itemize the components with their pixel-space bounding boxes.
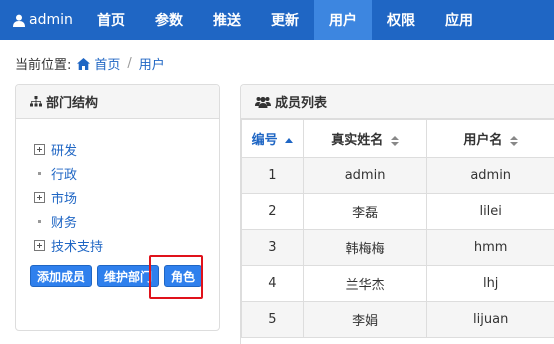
tree-node-label: 财务: [51, 215, 78, 231]
users-icon: [255, 96, 271, 108]
members-panel: 成员列表 编号 真实姓名 用户名 1 admin admin 2 李磊 lile…: [240, 84, 554, 344]
column-header-real-name[interactable]: 真实姓名: [302, 119, 428, 158]
expand-icon[interactable]: [34, 239, 45, 251]
add-member-button[interactable]: 添加成员: [30, 265, 93, 287]
sort-asc-icon: [285, 137, 294, 143]
nav-home[interactable]: 首页: [82, 0, 140, 40]
cell-username: lijuan: [426, 301, 554, 338]
sort-both-icon: [390, 135, 399, 146]
expand-icon[interactable]: [34, 191, 45, 203]
tree-node-finance[interactable]: 财务: [34, 209, 219, 233]
breadcrumb-current[interactable]: 用户: [139, 54, 165, 73]
cell-id: 3: [241, 229, 304, 266]
tree-node-label: 行政: [51, 167, 78, 183]
nav-push[interactable]: 推送: [198, 0, 256, 40]
cell-username: admin: [426, 157, 554, 194]
breadcrumb-home-link[interactable]: 首页: [77, 54, 120, 73]
nav-permissions[interactable]: 权限: [372, 0, 430, 40]
highlight-annotation: [149, 255, 203, 299]
nav-update[interactable]: 更新: [256, 0, 314, 40]
members-panel-title: 成员列表: [275, 96, 328, 111]
column-header-id[interactable]: 编号: [241, 119, 304, 158]
cell-username: lilei: [426, 193, 554, 230]
members-table: 编号 真实姓名 用户名 1 admin admin 2 李磊 lilei 3 韩…: [241, 119, 554, 338]
breadcrumb-separator: /: [127, 56, 132, 71]
department-panel-title: 部门结构: [46, 96, 99, 111]
department-panel-header: 部门结构: [16, 85, 219, 119]
breadcrumb-home-label: 首页: [94, 58, 121, 73]
table-row[interactable]: 4 兰华杰 lhj: [241, 265, 554, 302]
tree-node-rd[interactable]: 研发: [34, 137, 219, 161]
table-row[interactable]: 5 李娟 lijuan: [241, 301, 554, 338]
nav-apps[interactable]: 应用: [430, 0, 488, 40]
cell-real-name: 李磊: [302, 193, 428, 230]
cell-id: 5: [241, 301, 304, 338]
cell-real-name: admin: [302, 157, 428, 194]
cell-id: 1: [241, 157, 304, 194]
cell-id: 4: [241, 265, 304, 302]
cell-username: lhj: [426, 265, 554, 302]
cell-real-name: 李娟: [302, 301, 428, 338]
cell-username: hmm: [426, 229, 554, 266]
tree-node-tech-support[interactable]: 技术支持: [34, 233, 219, 257]
top-navbar: admin 首页 参数 推送 更新 用户 权限 应用: [0, 0, 554, 40]
tree-node-market[interactable]: 市场: [34, 185, 219, 209]
table-header-row: 编号 真实姓名 用户名: [241, 119, 554, 158]
cell-real-name: 兰华杰: [302, 265, 428, 302]
tree-node-label: 研发: [51, 143, 78, 159]
home-icon: [77, 57, 91, 70]
sort-both-icon: [509, 135, 518, 146]
user-icon: [13, 14, 25, 27]
sitemap-icon: [30, 96, 42, 107]
nav-users[interactable]: 用户: [314, 0, 372, 40]
leaf-bullet-icon: [38, 219, 41, 223]
table-row[interactable]: 2 李磊 lilei: [241, 193, 554, 230]
table-row[interactable]: 1 admin admin: [241, 157, 554, 194]
tree-node-label: 技术支持: [51, 239, 104, 255]
cell-id: 2: [241, 193, 304, 230]
column-header-username[interactable]: 用户名: [426, 119, 554, 158]
breadcrumb: 当前位置: 首页 / 用户: [15, 54, 165, 73]
nav-params[interactable]: 参数: [140, 0, 198, 40]
username-label: admin: [29, 12, 73, 28]
department-tree: 研发 行政 市场 财务 技术支持: [16, 119, 219, 257]
expand-icon[interactable]: [34, 143, 45, 155]
members-panel-header: 成员列表: [241, 85, 554, 119]
tree-node-label: 市场: [51, 191, 78, 207]
leaf-bullet-icon: [38, 171, 41, 175]
user-menu[interactable]: admin: [0, 0, 82, 40]
tree-node-admin[interactable]: 行政: [34, 161, 219, 185]
breadcrumb-prefix: 当前位置:: [15, 58, 72, 73]
table-row[interactable]: 3 韩梅梅 hmm: [241, 229, 554, 266]
cell-real-name: 韩梅梅: [302, 229, 428, 266]
